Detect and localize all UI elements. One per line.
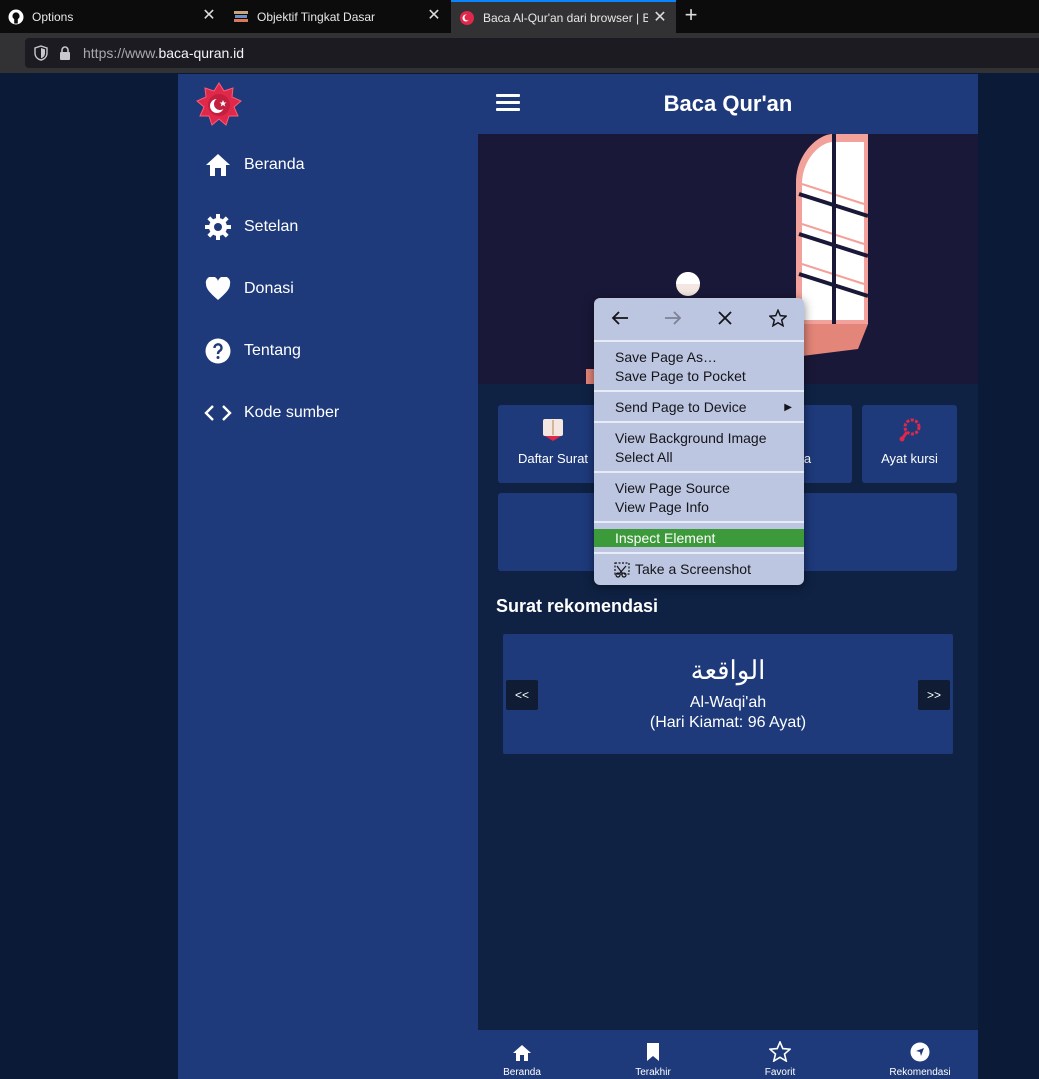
bottom-nav-rekomendasi[interactable]: Rekomendasi: [880, 1030, 960, 1079]
tab-title: Options: [32, 9, 74, 24]
gear-icon: [204, 213, 232, 241]
tab-bar: Options ✕ Objektif Tingkat Dasar ✕ Baca …: [0, 0, 1039, 33]
app-header: Baca Qur'an: [478, 74, 978, 134]
compass-icon: [880, 1036, 960, 1062]
app-logo[interactable]: [196, 82, 242, 128]
close-tab-icon[interactable]: ✕: [652, 10, 668, 26]
menu-item-take-screenshot[interactable]: Take a Screenshot: [614, 560, 751, 579]
page-title: Baca Qur'an: [663, 91, 793, 116]
github-icon: [8, 9, 24, 25]
stop-x-icon[interactable]: [712, 306, 738, 330]
bottom-nav-beranda[interactable]: Beranda: [492, 1030, 552, 1079]
close-tab-icon[interactable]: ✕: [201, 8, 217, 24]
sidebar-item-label: Tentang: [244, 342, 301, 359]
card-ayat-kursi[interactable]: Ayat kursi: [862, 405, 957, 483]
tab-baca-quran[interactable]: Baca Al-Qur'an dari browser | B ✕: [451, 0, 676, 33]
baca-quran-favicon: [459, 10, 475, 26]
menu-item-save-to-pocket[interactable]: Save Page to Pocket: [615, 367, 746, 386]
shield-icon[interactable]: [33, 45, 49, 61]
sidebar-item-donasi[interactable]: Donasi: [204, 272, 294, 306]
bottom-nav-label: Favorit: [764, 1067, 796, 1078]
back-arrow-icon[interactable]: [607, 306, 633, 330]
quran-book-icon: [498, 415, 608, 445]
heart-icon: [204, 275, 232, 303]
tab-title: Baca Al-Qur'an dari browser | B: [483, 10, 648, 25]
menu-separator: [594, 390, 804, 392]
menu-item-label: Send Page to Device: [615, 399, 747, 415]
sidebar-item-label: Setelan: [244, 218, 299, 235]
prev-surah-button[interactable]: <<: [506, 680, 538, 710]
sidebar-item-beranda[interactable]: Beranda: [204, 148, 305, 182]
menu-item-inspect-element[interactable]: Inspect Element: [594, 529, 804, 547]
bottom-nav-favorit[interactable]: Favorit: [750, 1030, 810, 1079]
new-tab-button[interactable]: +: [680, 4, 702, 26]
tab-options[interactable]: Options ✕: [0, 0, 225, 33]
nav-toolbar: https://www.baca-quran.id: [0, 33, 1039, 73]
card-daftar-surat[interactable]: Daftar Surat: [498, 405, 608, 483]
next-surah-button[interactable]: >>: [918, 680, 950, 710]
menu-item-view-page-source[interactable]: View Page Source: [615, 479, 730, 498]
menu-item-send-to-device[interactable]: Send Page to Device: [615, 398, 795, 417]
context-menu: Save Page As… Save Page to Pocket Send P…: [594, 298, 804, 585]
help-circle-icon: [204, 337, 232, 365]
submenu-arrow-icon: ▶: [784, 402, 792, 413]
card-label: Ayat kursi: [881, 451, 938, 466]
menu-separator: [594, 421, 804, 423]
sidebar-item-label: Beranda: [244, 156, 305, 173]
home-icon: [204, 151, 232, 179]
hamburger-menu-icon[interactable]: [496, 94, 520, 112]
sidebar-item-tentang[interactable]: Tentang: [204, 334, 301, 368]
prayer-beads-icon: [862, 415, 957, 445]
sidebar-item-label: Kode sumber: [244, 404, 340, 421]
bookmark-star-icon[interactable]: [765, 306, 791, 330]
menu-separator: [594, 552, 804, 554]
lock-icon[interactable]: [57, 45, 73, 61]
home-icon: [492, 1036, 552, 1062]
menu-item-label: Take a Screenshot: [635, 561, 751, 577]
surah-latin-name: Al-Waqi'ah: [689, 694, 767, 711]
tab-objektif[interactable]: Objektif Tingkat Dasar ✕: [225, 0, 450, 33]
book-stack-icon: [233, 9, 249, 25]
menu-item-save-page-as[interactable]: Save Page As…: [615, 348, 717, 367]
menu-separator: [594, 340, 804, 342]
context-nav-row: [594, 298, 804, 338]
close-tab-icon[interactable]: ✕: [426, 8, 442, 24]
star-icon: [750, 1036, 810, 1062]
menu-item-view-page-info[interactable]: View Page Info: [615, 498, 709, 517]
recommendation-card[interactable]: الواقعة Al-Waqi'ah (Hari Kiamat: 96 Ayat…: [503, 634, 953, 754]
bottom-nav: Beranda Terakhir Favorit Rekomendasi: [478, 1030, 978, 1079]
sidebar-item-label: Donasi: [244, 280, 294, 297]
bookmark-icon: [623, 1036, 683, 1062]
menu-separator: [594, 521, 804, 523]
tab-title: Objektif Tingkat Dasar: [257, 9, 376, 24]
surah-description: (Hari Kiamat: 96 Ayat): [649, 714, 807, 731]
bottom-nav-label: Terakhir: [635, 1067, 671, 1078]
bottom-nav-terakhir[interactable]: Terakhir: [623, 1030, 683, 1079]
surah-arabic-name: الواقعة: [690, 656, 766, 686]
card-label: Daftar Surat: [517, 451, 589, 466]
sidebar-item-setelan[interactable]: Setelan: [204, 210, 298, 244]
screenshot-scissors-icon: [614, 561, 630, 578]
sidebar-item-kode-sumber[interactable]: Kode sumber: [204, 396, 339, 430]
sidebar: Beranda Setelan Donasi Tentang Kode sumb…: [178, 74, 478, 1079]
bottom-nav-label: Rekomendasi: [889, 1067, 951, 1078]
section-title: Surat rekomendasi: [496, 596, 659, 616]
menu-item-view-background-image[interactable]: View Background Image: [615, 429, 767, 448]
forward-arrow-icon[interactable]: [660, 306, 686, 330]
menu-separator: [594, 471, 804, 473]
menu-item-select-all[interactable]: Select All: [615, 448, 673, 467]
url-bar[interactable]: https://www.baca-quran.id: [25, 38, 1039, 68]
url-text[interactable]: https://www.baca-quran.id: [83, 45, 244, 61]
code-icon: [204, 399, 232, 427]
bottom-nav-label: Beranda: [503, 1067, 541, 1078]
